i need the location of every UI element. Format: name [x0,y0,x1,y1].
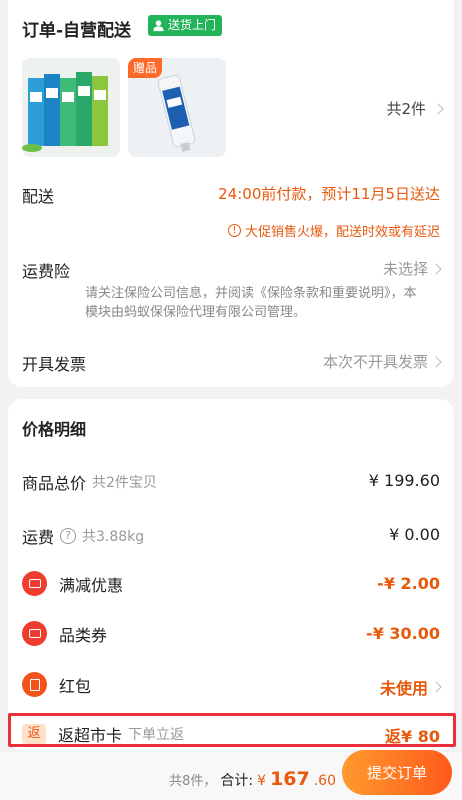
insurance-value: 未选择 [382,260,428,278]
total-label: 合计: [220,773,254,789]
total-decimal: .60 [313,773,336,789]
item-count-label: 共2件 [386,100,426,118]
insurance-label: 运费险 [22,262,71,281]
price-title: 价格明细 [22,420,87,439]
coupon-value: -¥ 30.00 [366,624,440,643]
shipping-value: ¥ 0.00 [389,525,440,544]
goods-total-value: ¥ 199.60 [368,471,440,490]
insurance-select[interactable]: 未选择 [382,258,442,279]
redpacket-row[interactable]: 红包 [22,672,91,697]
delivery-warning: ! 大促销售火爆，配送时效或有延迟 [227,221,440,240]
gift-product-thumbnail[interactable]: 赠品 [128,58,226,157]
red-envelope-icon [22,672,47,697]
order-card: 订单-自营配送 送货上门 赠品 共2件 配送 24:00前付款，预计11月5日送… [8,0,454,387]
total-summary: 共8件， 合计: ¥ 167.60 [169,768,336,790]
discount-row[interactable]: 满减优惠 [22,571,123,596]
warning-icon: ! [227,224,241,237]
price-card: 价格明细 商品总价 共2件宝贝 ¥ 199.60 运费 ? 共3.88kg ¥ … [8,399,454,751]
redpacket-label: 红包 [59,676,92,696]
person-icon [153,20,164,32]
discount-ticket-icon [22,571,47,596]
coupon-label: 品类券 [59,625,108,645]
total-count: 共8件， [169,774,217,789]
chevron-right-icon [430,262,442,275]
discount-label: 满减优惠 [59,575,124,595]
shipping-label: 运费 [22,528,55,547]
redpacket-select[interactable]: 未使用 [379,675,442,699]
shipping-weight: 共3.88kg [82,529,145,545]
discount-value: -¥ 2.00 [377,574,440,593]
currency-symbol: ¥ [257,773,267,789]
invoice-select[interactable]: 本次不开具发票 [322,351,442,372]
goods-total-sub: 共2件宝贝 [92,475,157,491]
delivery-tag-label: 送货上门 [168,18,217,32]
coupon-ticket-icon [22,621,47,646]
insurance-note: 请关注保险公司信息，并阅读《保险条款和重要说明》，本模块由蚂蚁保保险代理有限公司… [85,286,417,320]
chevron-right-icon [430,355,442,368]
checkout-bar: 共8件， 合计: ¥ 167.60 提交订单 [0,750,462,800]
chevron-right-icon [432,102,444,115]
delivery-tag: 送货上门 [148,15,223,36]
item-count[interactable]: 共2件 [386,98,444,119]
order-title: 订单-自营配送 [22,21,132,41]
goods-total-label: 商品总价 [22,474,87,493]
delivery-warning-text: 大促销售火爆，配送时效或有延迟 [244,225,440,240]
delivery-label: 配送 [22,187,55,206]
total-integer: 167 [270,768,310,790]
invoice-value: 本次不开具发票 [322,353,428,371]
redpacket-value: 未使用 [379,679,428,698]
invoice-label: 开具发票 [22,355,87,374]
gift-badge: 赠品 [128,58,163,78]
product-thumbnail[interactable] [22,58,120,157]
highlight-box [8,713,456,747]
help-icon[interactable]: ? [60,528,77,544]
submit-order-button[interactable]: 提交订单 [342,750,452,795]
chevron-right-icon [430,681,442,693]
shipping-row: 运费 ? 共3.88kg [22,524,144,548]
delivery-time: 24:00前付款，预计11月5日送达 [218,185,440,203]
coupon-row[interactable]: 品类券 [22,621,107,646]
goods-total-row: 商品总价 共2件宝贝 [22,470,157,494]
